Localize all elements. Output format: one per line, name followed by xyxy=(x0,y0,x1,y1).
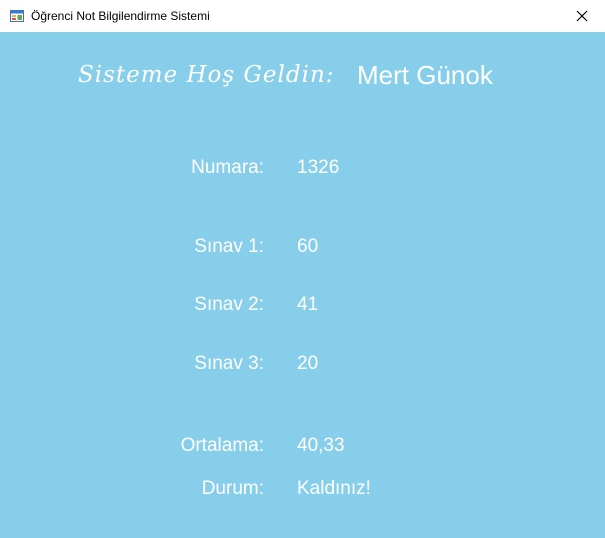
student-name: Mert Günok xyxy=(357,60,493,90)
durum-label: Durum: xyxy=(201,478,264,499)
close-icon xyxy=(576,10,588,22)
app-window: Öğrenci Not Bilgilendirme Sistemi Sistem… xyxy=(0,0,605,538)
sinav2-value: 41 xyxy=(297,294,319,315)
numara-label: Numara: xyxy=(191,157,264,178)
windows-form-icon xyxy=(10,10,24,22)
durum-value: Kaldınız! xyxy=(297,478,371,499)
sinav3-value: 20 xyxy=(297,353,319,374)
welcome-label: Sisteme Hoş Geldin: xyxy=(78,62,335,88)
numara-value: 1326 xyxy=(297,157,340,178)
sinav2-label: Sınav 2: xyxy=(194,294,264,315)
ortalama-value: 40,33 xyxy=(297,435,345,456)
form-client-area: Sisteme Hoş Geldin: Mert Günok Numara: 1… xyxy=(0,32,605,538)
window-title: Öğrenci Not Bilgilendirme Sistemi xyxy=(31,9,210,23)
title-bar[interactable]: Öğrenci Not Bilgilendirme Sistemi xyxy=(0,0,605,32)
sinav1-label: Sınav 1: xyxy=(194,236,264,257)
ortalama-label: Ortalama: xyxy=(180,435,264,456)
sinav3-label: Sınav 3: xyxy=(194,353,264,374)
close-button[interactable] xyxy=(559,0,605,32)
sinav1-value: 60 xyxy=(297,236,319,257)
